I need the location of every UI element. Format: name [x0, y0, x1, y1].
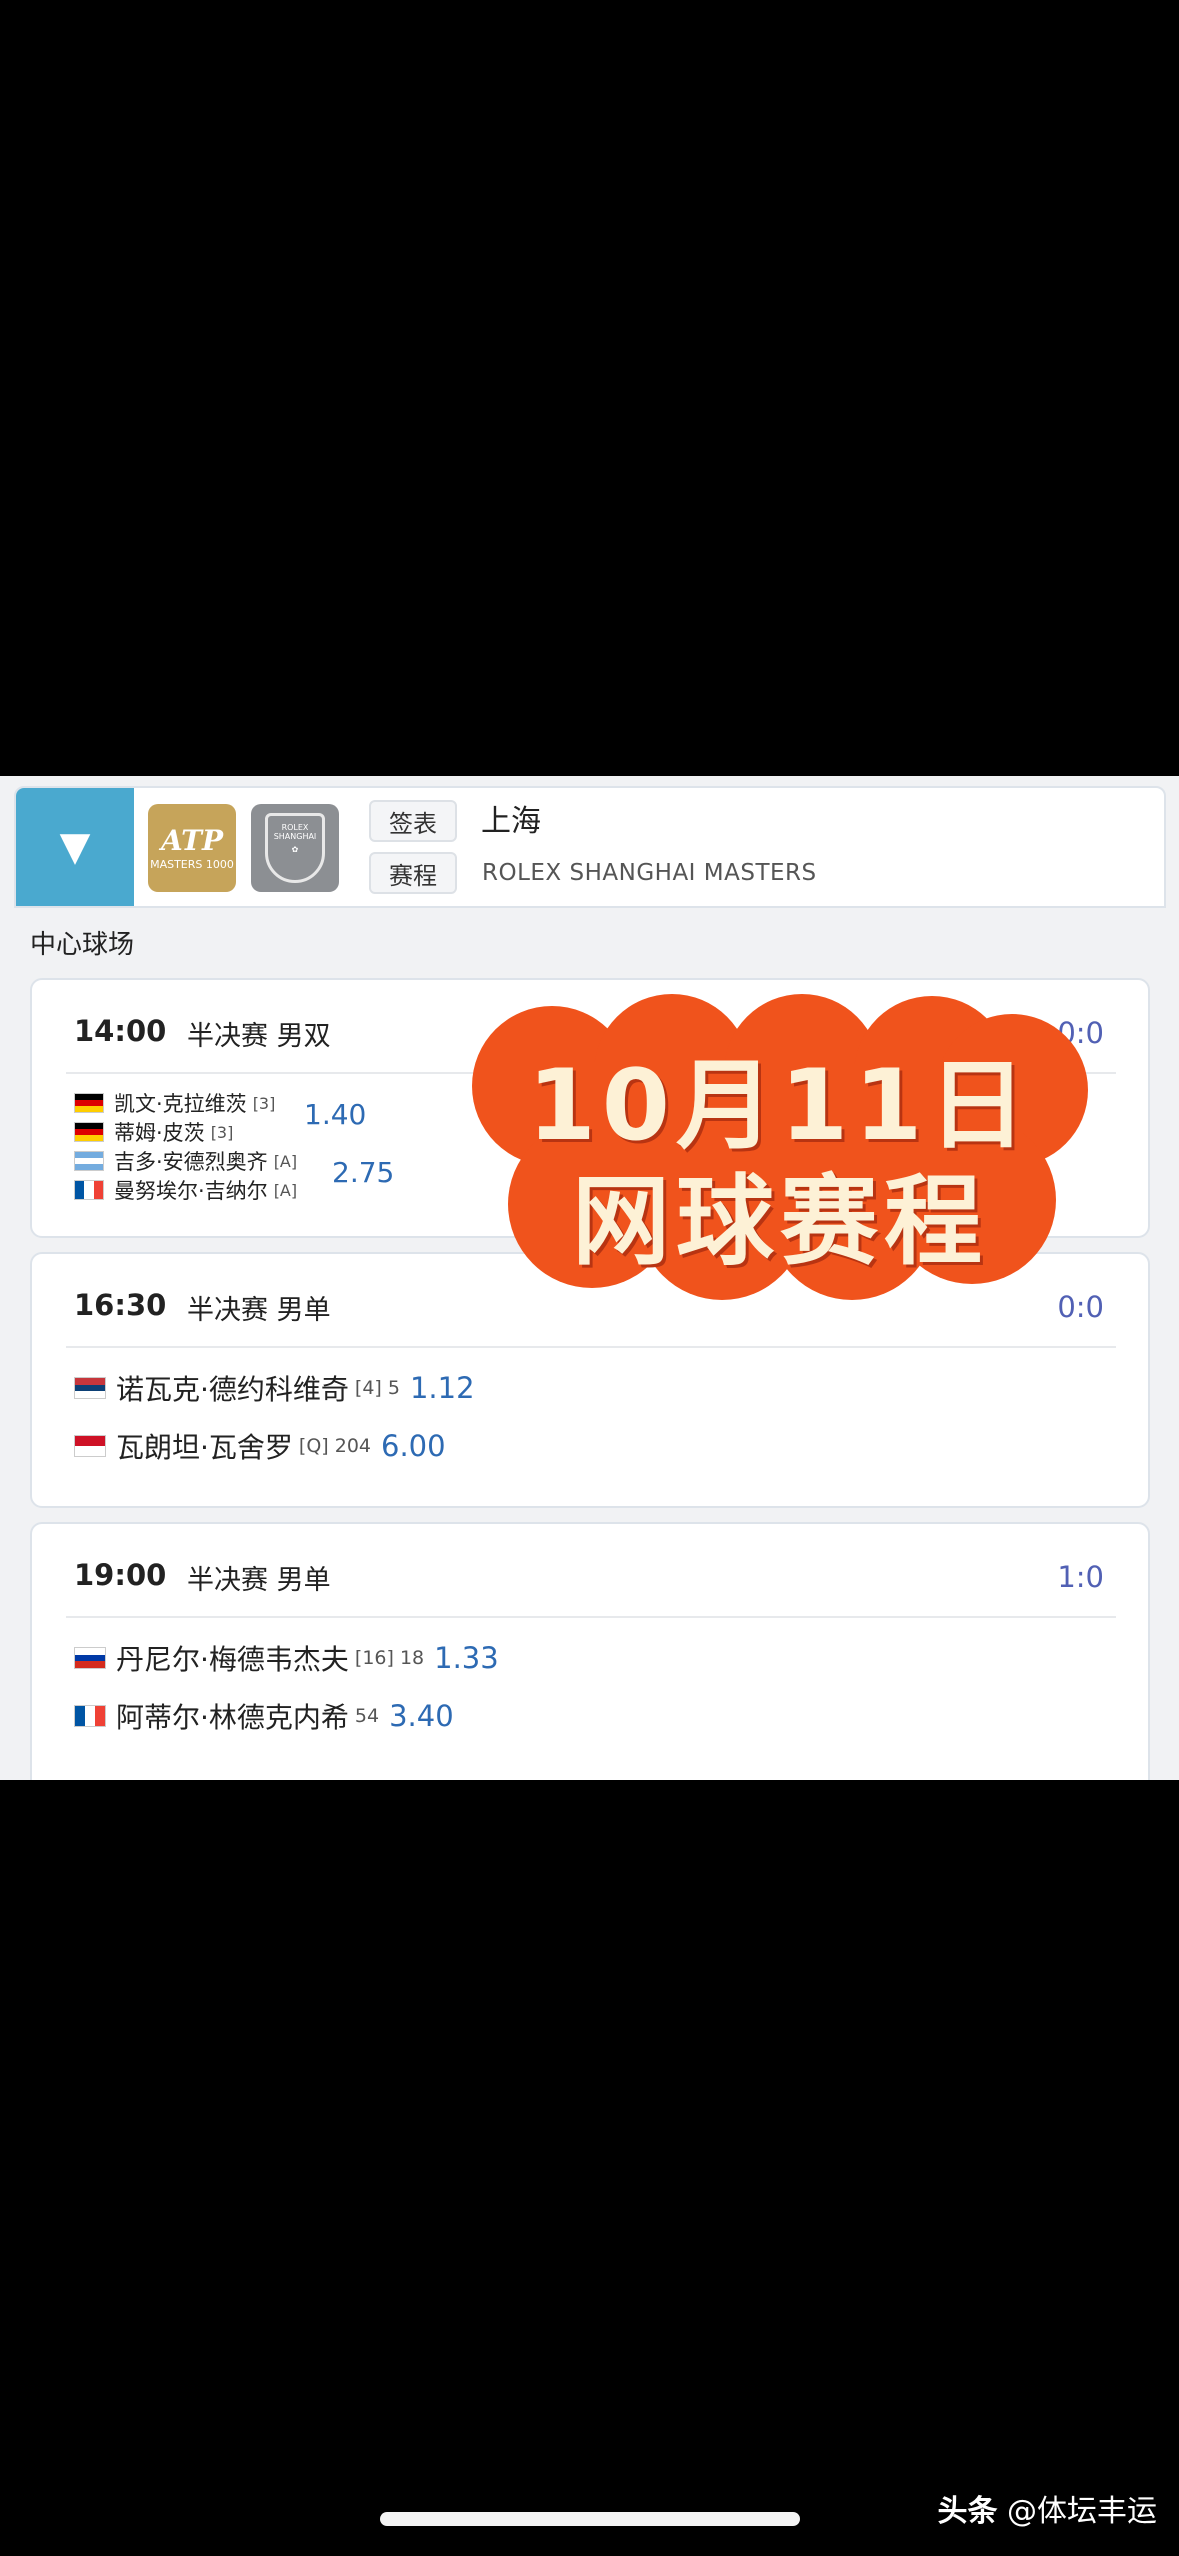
- player-seed: [4] 5: [354, 1377, 400, 1399]
- watermark-brand: 头条: [937, 2494, 998, 2529]
- player-odds[interactable]: 1.12: [410, 1371, 475, 1405]
- player-seed: [A]: [273, 1180, 298, 1200]
- match-time: 14:00: [74, 1014, 167, 1048]
- monaco-flag-icon: [74, 1435, 106, 1457]
- match-round: 半决赛 男单: [187, 1295, 331, 1326]
- player-name: 凯文·克拉维茨: [114, 1092, 247, 1116]
- france-flag-icon: [74, 1705, 106, 1727]
- triangle-down-icon: ▼: [59, 824, 91, 870]
- match-round: 半决赛 男双: [187, 1021, 331, 1052]
- match-round: 半决赛 男单: [187, 1565, 331, 1596]
- player-odds[interactable]: 1.33: [434, 1641, 499, 1675]
- serbia-flag-icon: [74, 1377, 106, 1399]
- divider: [66, 1616, 1116, 1618]
- player-seed: [3]: [252, 1093, 276, 1113]
- player-row[interactable]: 凯文·克拉维茨 [3]: [74, 1088, 275, 1118]
- player-name: 丹尼尔·梅德韦杰夫: [116, 1643, 349, 1676]
- atp-masters-1000-logo: ATP MASTERS 1000: [148, 804, 236, 892]
- team-odds[interactable]: 1.40: [304, 1098, 366, 1131]
- germany-flag-icon: [74, 1122, 104, 1142]
- player-row[interactable]: 曼努埃尔·吉纳尔 [A]: [74, 1175, 297, 1205]
- collapse-toggle-button[interactable]: ▼: [16, 788, 134, 906]
- player-seed: [16] 18: [354, 1647, 425, 1669]
- match-score: 1:0: [1057, 1560, 1104, 1594]
- atp-logo-subtext: MASTERS 1000: [150, 857, 234, 871]
- watermark: 头条 @体坛丰运: [937, 2486, 1157, 2530]
- draw-button[interactable]: 签表: [369, 800, 457, 842]
- player-seed: [Q] 204: [298, 1435, 371, 1457]
- russia-flag-icon: [74, 1647, 106, 1669]
- match-card[interactable]: 19:00 半决赛 男单 1:0 丹尼尔·梅德韦杰夫 [16] 18 1.33 …: [30, 1522, 1150, 1780]
- player-name: 曼努埃尔·吉纳尔: [114, 1179, 268, 1203]
- date-title-overlay: 10月11日 网球赛程: [472, 994, 1088, 1300]
- argentina-flag-icon: [74, 1151, 104, 1171]
- match-time: 19:00: [74, 1558, 167, 1592]
- overlay-title-text: 网球赛程: [571, 1165, 988, 1279]
- player-seed: [3]: [210, 1122, 234, 1142]
- player-row[interactable]: 阿蒂尔·林德克内希 54 3.40: [74, 1696, 454, 1736]
- home-indicator[interactable]: [380, 2512, 800, 2526]
- tournament-header: ▼ ATP MASTERS 1000 ROLEX SHANGHAI ✿ 签表 赛…: [14, 786, 1166, 908]
- match-time: 16:30: [74, 1288, 167, 1322]
- atp-logo-text: ATP: [160, 823, 224, 857]
- shanghai-logo-bottom-text: SHANGHAI: [273, 831, 317, 841]
- player-name: 诺瓦克·德约科维奇: [116, 1373, 349, 1406]
- divider: [66, 1346, 1116, 1348]
- player-row[interactable]: 丹尼尔·梅德韦杰夫 [16] 18 1.33: [74, 1638, 499, 1678]
- court-title: 中心球场: [30, 930, 135, 960]
- player-seed: [A]: [273, 1151, 298, 1171]
- player-name: 阿蒂尔·林德克内希: [116, 1701, 349, 1734]
- team-odds[interactable]: 2.75: [332, 1156, 394, 1189]
- player-row[interactable]: 吉多·安德烈奥齐 [A]: [74, 1146, 297, 1176]
- player-name: 吉多·安德烈奥齐: [114, 1150, 268, 1174]
- player-row[interactable]: 蒂姆·皮茨 [3]: [74, 1117, 233, 1147]
- player-odds[interactable]: 3.40: [389, 1699, 454, 1733]
- flower-icon: ✿: [291, 844, 299, 854]
- player-odds[interactable]: 6.00: [381, 1429, 446, 1463]
- tournament-name: ROLEX SHANGHAI MASTERS: [482, 860, 817, 886]
- player-name: 蒂姆·皮茨: [114, 1121, 205, 1145]
- player-name: 瓦朗坦·瓦舍罗: [116, 1431, 293, 1464]
- schedule-button[interactable]: 赛程: [369, 852, 457, 894]
- france-flag-icon: [74, 1180, 104, 1200]
- germany-flag-icon: [74, 1093, 104, 1113]
- watermark-author: @体坛丰运: [1007, 2494, 1157, 2529]
- shield-icon: ROLEX SHANGHAI ✿: [265, 813, 325, 883]
- tournament-city: 上海: [481, 804, 541, 839]
- player-row[interactable]: 诺瓦克·德约科维奇 [4] 5 1.12: [74, 1368, 475, 1408]
- player-seed: 54: [354, 1705, 380, 1727]
- shanghai-masters-logo: ROLEX SHANGHAI ✿: [251, 804, 339, 892]
- player-row[interactable]: 瓦朗坦·瓦舍罗 [Q] 204 6.00: [74, 1426, 446, 1466]
